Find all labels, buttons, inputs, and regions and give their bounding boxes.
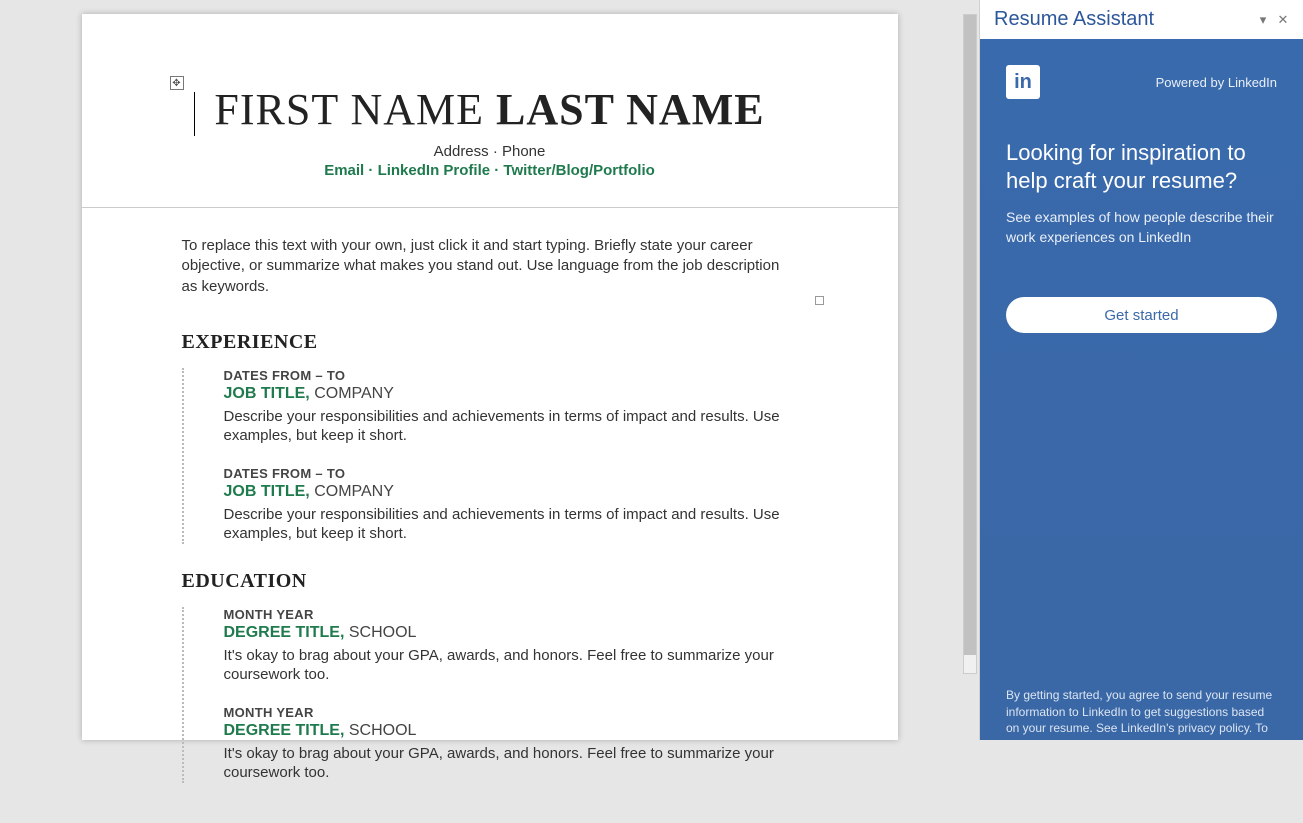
contact-links[interactable]: Email · LinkedIn Profile · Twitter/Blog/… [182, 162, 798, 179]
panel-subtext: See examples of how people describe thei… [1006, 208, 1277, 247]
education-item[interactable]: MONTH YEAR DEGREE TITLE, SCHOOL It's oka… [224, 607, 798, 685]
experience-title[interactable]: JOB TITLE, COMPANY [224, 385, 798, 403]
experience-desc[interactable]: Describe your responsibilities and achie… [224, 407, 798, 446]
experience-date[interactable]: DATES FROM – TO [224, 466, 798, 481]
experience-item[interactable]: DATES FROM – TO JOB TITLE, COMPANY Descr… [224, 466, 798, 544]
panel-heading: Looking for inspiration to help craft yo… [1006, 139, 1277, 194]
resume-body[interactable]: To replace this text with your own, just… [82, 208, 898, 823]
name-line[interactable]: FIRST NAME LAST NAME [182, 84, 798, 135]
get-started-button[interactable]: Get started [1006, 297, 1277, 333]
document-canvas[interactable]: ✥ FIRST NAME LAST NAME Address · Phone E… [0, 0, 979, 740]
experience-item[interactable]: DATES FROM – TO JOB TITLE, COMPANY Descr… [224, 368, 798, 446]
vertical-scrollbar[interactable] [963, 14, 977, 674]
resume-header[interactable]: FIRST NAME LAST NAME Address · Phone Ema… [82, 14, 898, 208]
education-desc[interactable]: It's okay to brag about your GPA, awards… [224, 646, 798, 685]
panel-header: Resume Assistant ▾ ✕ [980, 0, 1303, 39]
scrollbar-thumb[interactable] [964, 15, 976, 655]
education-heading[interactable]: EDUCATION [182, 570, 798, 593]
panel-body: in Powered by LinkedIn Looking for inspi… [980, 39, 1303, 740]
panel-close-button[interactable]: ✕ [1273, 10, 1293, 30]
education-item[interactable]: MONTH YEAR DEGREE TITLE, SCHOOL It's oka… [224, 705, 798, 783]
address-line[interactable]: Address · Phone [182, 143, 798, 160]
first-name[interactable]: FIRST NAME [214, 85, 484, 134]
experience-desc[interactable]: Describe your responsibilities and achie… [224, 505, 798, 544]
experience-date[interactable]: DATES FROM – TO [224, 368, 798, 383]
panel-disclaimer: By getting started, you agree to send yo… [1006, 687, 1277, 736]
powered-by-label: Powered by LinkedIn [1040, 75, 1277, 90]
panel-options-button[interactable]: ▾ [1253, 10, 1273, 30]
panel-title: Resume Assistant [994, 8, 1253, 31]
experience-heading[interactable]: EXPERIENCE [182, 331, 798, 354]
last-name[interactable]: LAST NAME [496, 85, 765, 134]
education-date[interactable]: MONTH YEAR [224, 607, 798, 622]
intro-paragraph[interactable]: To replace this text with your own, just… [182, 236, 798, 297]
linkedin-icon: in [1006, 65, 1040, 99]
education-title[interactable]: DEGREE TITLE, SCHOOL [224, 722, 798, 740]
email-link[interactable]: Email [324, 162, 364, 179]
resume-assistant-panel: Resume Assistant ▾ ✕ in Powered by Linke… [979, 0, 1303, 740]
education-date[interactable]: MONTH YEAR [224, 705, 798, 720]
social-link[interactable]: Twitter/Blog/Portfolio [503, 162, 654, 179]
cell-end-marker-icon [815, 296, 824, 305]
experience-title[interactable]: JOB TITLE, COMPANY [224, 483, 798, 501]
linkedin-link[interactable]: LinkedIn Profile [378, 162, 491, 179]
education-items: MONTH YEAR DEGREE TITLE, SCHOOL It's oka… [182, 607, 798, 783]
experience-items: DATES FROM – TO JOB TITLE, COMPANY Descr… [182, 368, 798, 544]
resume-page[interactable]: ✥ FIRST NAME LAST NAME Address · Phone E… [82, 14, 898, 740]
education-title[interactable]: DEGREE TITLE, SCHOOL [224, 624, 798, 642]
education-desc[interactable]: It's okay to brag about your GPA, awards… [224, 744, 798, 783]
